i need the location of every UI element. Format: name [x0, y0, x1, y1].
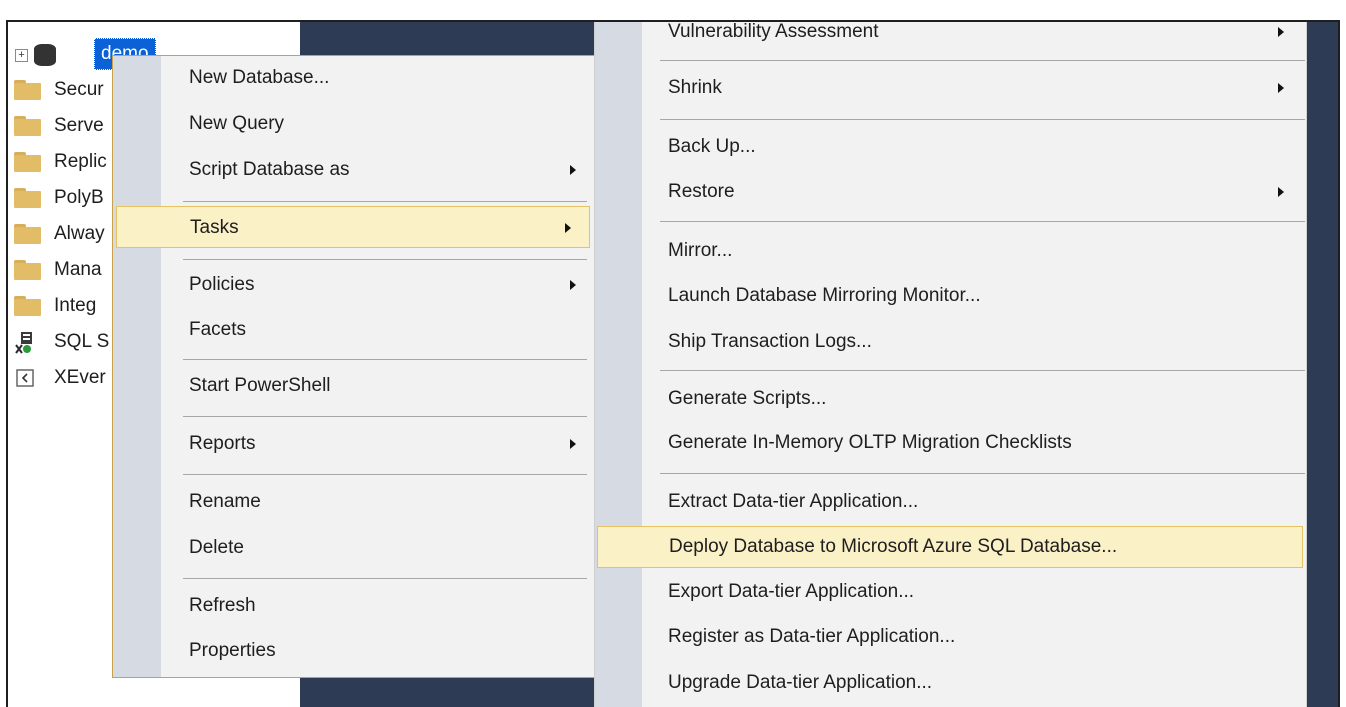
menu-item-label: Reports [189, 433, 256, 454]
tree-node-label: XEver [54, 367, 106, 388]
menu-item-generate-oltp-checklists[interactable]: Generate In-Memory OLTP Migration Checkl… [595, 423, 1306, 463]
tasks-submenu: Vulnerability Assessment Shrink Back Up.… [594, 22, 1307, 707]
menu-item-label: Ship Transaction Logs... [668, 331, 872, 352]
folder-icon [14, 188, 41, 208]
folder-icon [14, 116, 41, 136]
menu-item-label: Upgrade Data-tier Application... [668, 672, 933, 693]
menu-item-ship-transaction-logs[interactable]: Ship Transaction Logs... [595, 322, 1306, 362]
menu-item-rename[interactable]: Rename [113, 481, 594, 523]
menu-item-label: Shrink [668, 77, 722, 98]
menu-item-policies[interactable]: Policies [113, 264, 594, 306]
menu-item-label: Delete [189, 537, 244, 558]
menu-separator [183, 359, 587, 360]
menu-item-delete[interactable]: Delete [113, 527, 594, 569]
submenu-arrow-icon [570, 280, 576, 290]
menu-item-label: Restore [668, 181, 735, 202]
menu-item-register-data-tier-app[interactable]: Register as Data-tier Application... [595, 617, 1306, 657]
menu-item-label: Start PowerShell [189, 375, 331, 396]
menu-item-new-database[interactable]: New Database... [113, 57, 594, 99]
folder-icon [14, 80, 41, 100]
menu-item-label: Properties [189, 640, 276, 661]
menu-separator [660, 60, 1305, 61]
menu-item-label: New Query [189, 113, 285, 134]
menu-item-deploy-to-azure[interactable]: Deploy Database to Microsoft Azure SQL D… [597, 526, 1303, 568]
menu-item-mirror[interactable]: Mirror... [595, 231, 1306, 271]
menu-item-label: Script Database as [189, 159, 350, 180]
menu-separator [660, 473, 1305, 474]
folder-icon [14, 296, 41, 316]
submenu-arrow-icon [570, 439, 576, 449]
tree-node-label: Replic [54, 151, 107, 172]
menu-separator [660, 221, 1305, 222]
menu-separator [183, 474, 587, 475]
menu-item-label: Tasks [190, 217, 239, 238]
xevent-icon [16, 369, 34, 387]
folder-icon [14, 224, 41, 244]
menu-item-new-query[interactable]: New Query [113, 103, 594, 145]
menu-separator [183, 578, 587, 579]
menu-item-label: Deploy Database to Microsoft Azure SQL D… [669, 536, 1118, 557]
menu-item-upgrade-data-tier-app[interactable]: Upgrade Data-tier Application... [595, 663, 1306, 703]
submenu-arrow-icon [565, 223, 571, 233]
menu-separator [660, 370, 1305, 371]
sql-agent-icon [14, 331, 36, 355]
database-context-menu: New Database... New Query Script Databas… [112, 55, 595, 678]
submenu-arrow-icon [1278, 27, 1284, 37]
tree-node-label: Mana [54, 259, 102, 280]
tree-node-label: Alway [54, 223, 105, 244]
menu-item-label: Mirror... [668, 240, 733, 261]
menu-item-label: Extract Data-tier Application... [668, 491, 919, 512]
tree-node-label: Integ [54, 295, 97, 316]
menu-item-generate-scripts[interactable]: Generate Scripts... [595, 379, 1306, 419]
menu-item-label: Vulnerability Assessment [668, 21, 879, 42]
menu-item-vulnerability-assessment[interactable]: Vulnerability Assessment [595, 21, 1306, 52]
tree-node-label: Serve [54, 115, 104, 136]
menu-item-label: Back Up... [668, 136, 756, 157]
menu-item-label: Rename [189, 491, 261, 512]
menu-item-label: New Database... [189, 67, 330, 88]
menu-item-restore[interactable]: Restore [595, 172, 1306, 212]
menu-separator [183, 259, 587, 260]
menu-item-export-data-tier-app[interactable]: Export Data-tier Application... [595, 572, 1306, 612]
tree-node-label: Secur [54, 79, 104, 100]
menu-item-extract-data-tier-app[interactable]: Extract Data-tier Application... [595, 482, 1306, 522]
menu-item-refresh[interactable]: Refresh [113, 585, 594, 627]
menu-separator [183, 201, 587, 202]
database-icon [34, 42, 56, 68]
menu-item-shrink[interactable]: Shrink [595, 68, 1306, 108]
tree-node-label: SQL S [54, 331, 110, 352]
menu-item-label: Refresh [189, 595, 256, 616]
menu-item-label: Generate In-Memory OLTP Migration Checkl… [668, 432, 1072, 453]
menu-item-launch-mirroring-monitor[interactable]: Launch Database Mirroring Monitor... [595, 276, 1306, 316]
menu-separator [183, 416, 587, 417]
menu-item-properties[interactable]: Properties [113, 630, 594, 672]
menu-item-back-up[interactable]: Back Up... [595, 127, 1306, 167]
expand-icon[interactable]: + [15, 49, 28, 62]
menu-separator [660, 119, 1305, 120]
ssms-window: + demo Secur Serve Replic PolyB Alway Ma… [6, 20, 1340, 707]
menu-item-start-powershell[interactable]: Start PowerShell [113, 365, 594, 407]
menu-item-tasks[interactable]: Tasks [116, 206, 590, 248]
menu-item-script-database-as[interactable]: Script Database as [113, 149, 594, 191]
menu-item-label: Policies [189, 274, 255, 295]
tree-node-label: PolyB [54, 187, 104, 208]
folder-icon [14, 260, 41, 280]
menu-item-reports[interactable]: Reports [113, 423, 594, 465]
menu-item-label: Launch Database Mirroring Monitor... [668, 285, 981, 306]
folder-icon [14, 152, 41, 172]
submenu-arrow-icon [570, 165, 576, 175]
menu-item-label: Generate Scripts... [668, 388, 827, 409]
menu-item-label: Facets [189, 319, 247, 340]
menu-item-label: Export Data-tier Application... [668, 581, 915, 602]
menu-item-label: Register as Data-tier Application... [668, 626, 956, 647]
submenu-arrow-icon [1278, 83, 1284, 93]
menu-item-facets[interactable]: Facets [113, 309, 594, 351]
submenu-arrow-icon [1278, 187, 1284, 197]
